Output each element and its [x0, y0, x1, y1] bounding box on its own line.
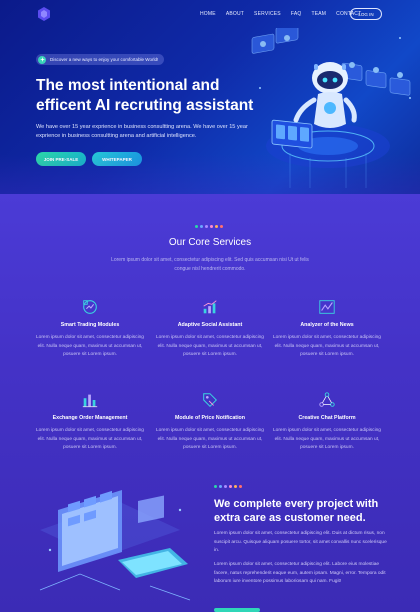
service-card: Adaptive Social Assistant Lorem ipsum do… — [153, 298, 267, 360]
ai-robot-illustration — [251, 28, 411, 188]
service-text: Lorem ipsum dolor sit amet, consectetur … — [273, 335, 381, 357]
nav-team[interactable]: TEAM — [311, 11, 326, 17]
logo-icon[interactable] — [36, 6, 52, 22]
network-icon — [319, 392, 335, 407]
analytics-icon — [319, 300, 335, 314]
service-text: Lorem ipsum dolor sit amet, consectetur … — [273, 428, 381, 450]
service-text: Lorem ipsum dolor sit amet, consectetur … — [36, 428, 144, 450]
services-subtitle: Lorem ipsum dolor sit amet, consectetur … — [111, 257, 309, 272]
login-button[interactable]: LOG IN — [350, 8, 382, 20]
hero-description: We have over 15 year exprience in busine… — [36, 124, 248, 139]
service-title: Module of Price Notification — [174, 415, 246, 421]
cta-title: We complete every project with extra car… — [214, 498, 379, 524]
hero-title: The most intentional and efficent AI rec… — [36, 77, 254, 114]
isometric-devices-illustration — [39, 490, 191, 601]
service-title: Analyzer of the News — [300, 322, 354, 328]
cta-paragraph-1: Lorem ipsum dolor sit amet, consectetur … — [214, 531, 387, 553]
sparkle-icon — [38, 55, 46, 64]
nav-services[interactable]: SERVICES — [254, 11, 281, 17]
service-card: Creative Chat Platform Lorem ipsum dolor… — [270, 391, 384, 453]
service-text: Lorem ipsum dolor sit amet, consectetur … — [36, 335, 144, 357]
service-card: Module of Price Notification Lorem ipsum… — [153, 391, 267, 453]
section-dots — [195, 225, 223, 228]
nav-about[interactable]: ABOUT — [226, 11, 244, 17]
hero-section: HOME ABOUT SERVICES FAQ TEAM CONTACT LOG… — [0, 0, 420, 194]
nav-home[interactable]: HOME — [200, 11, 216, 17]
whitepaper-button[interactable]: WHITEPAPER — [92, 152, 142, 166]
announcement-pill[interactable]: Discover a new ways to enjoy your comfor… — [36, 54, 165, 65]
main-nav: HOME ABOUT SERVICES FAQ TEAM CONTACT — [200, 11, 371, 17]
service-title: Exchange Order Management — [52, 415, 128, 421]
service-card: Smart Trading Modules Lorem ipsum dolor … — [33, 298, 147, 360]
cta-paragraph-2: Lorem ipsum dolor sit amet, consectetur … — [214, 562, 386, 584]
announcement-text: Discover a new ways to enjoy your comfor… — [50, 57, 159, 62]
service-title: Adaptive Social Assistant — [177, 322, 243, 328]
service-card: Exchange Order Management Lorem ipsum do… — [33, 391, 147, 453]
trading-icon — [83, 300, 97, 314]
chart-growth-icon — [203, 300, 217, 314]
services-section: Our Core Services Lorem ipsum dolor sit … — [0, 194, 420, 612]
read-more-button[interactable] — [214, 608, 260, 612]
service-card: Analyzer of the News Lorem ipsum dolor s… — [270, 298, 384, 360]
price-tag-icon — [203, 393, 218, 408]
nav-faq[interactable]: FAQ — [291, 11, 302, 17]
service-title: Creative Chat Platform — [298, 415, 356, 421]
join-presale-button[interactable]: JOIN PRE-SALE — [36, 152, 86, 166]
cta-dots — [214, 485, 242, 488]
bar-chart-icon — [82, 394, 98, 408]
service-title: Smart Trading Modules — [60, 322, 120, 328]
services-title: Our Core Services — [168, 237, 252, 248]
service-text: Lorem ipsum dolor sit amet, consectetur … — [156, 335, 264, 357]
service-text: Lorem ipsum dolor sit amet, consectetur … — [156, 428, 264, 450]
